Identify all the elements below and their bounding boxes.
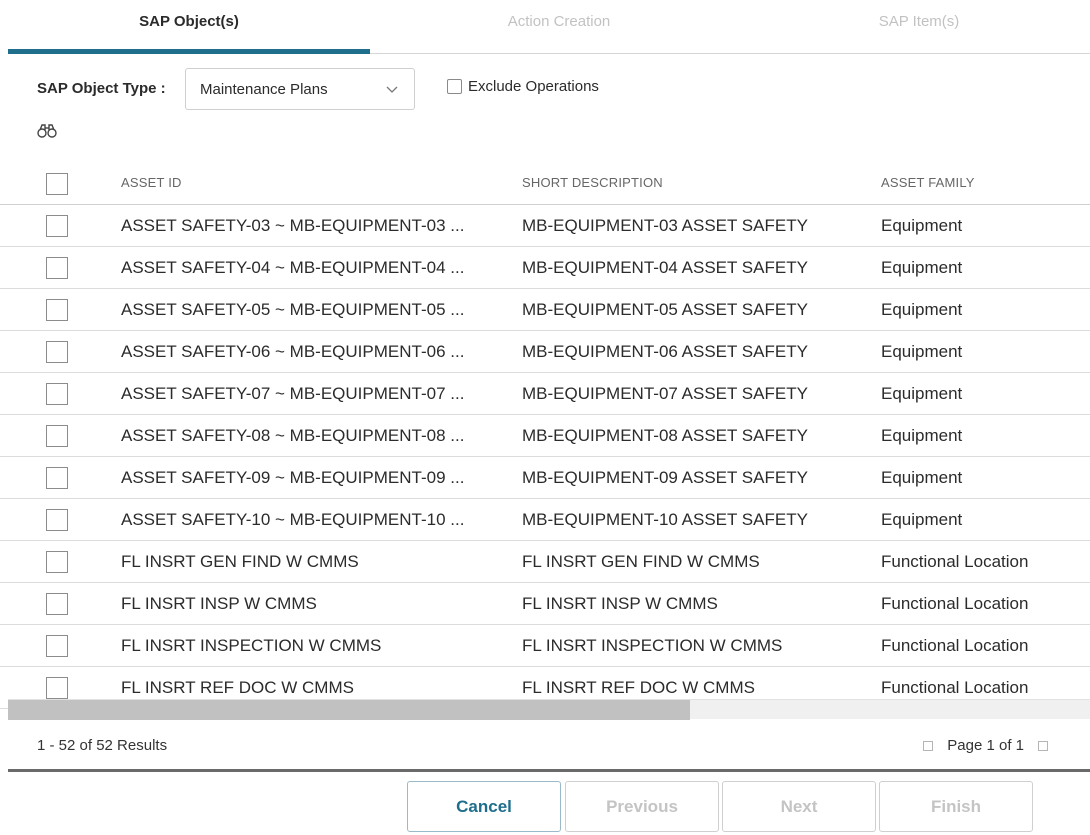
grid-header: ASSET ID SHORT DESCRIPTION ASSET FAMILY: [0, 160, 1090, 205]
cell-short-description: FL INSRT GEN FIND W CMMS: [522, 552, 760, 571]
sap-object-type-select[interactable]: Maintenance Plans: [185, 68, 415, 110]
page-indicator: Page 1 of 1: [947, 737, 1024, 754]
binoculars-icon[interactable]: [37, 124, 57, 138]
select-all-checkbox[interactable]: [46, 173, 68, 195]
wizard-steps: SAP Object(s) Action Creation SAP Item(s…: [8, 0, 1090, 54]
previous-button[interactable]: Previous: [565, 781, 719, 832]
cancel-button[interactable]: Cancel: [407, 781, 561, 832]
cell-asset-family: Functional Location: [881, 552, 1029, 571]
column-header-short-description[interactable]: SHORT DESCRIPTION: [522, 175, 663, 190]
cell-asset-family: Functional Location: [881, 636, 1029, 655]
cell-asset-id: ASSET SAFETY-08 ~ MB-EQUIPMENT-08 ...: [121, 426, 465, 445]
results-count: 1 - 52 of 52 Results: [37, 737, 168, 754]
exclude-operations-checkbox[interactable]: [447, 79, 462, 94]
previous-page-icon[interactable]: [923, 740, 934, 751]
cell-asset-family: Functional Location: [881, 594, 1029, 613]
row-checkbox[interactable]: [46, 635, 68, 657]
sap-object-type-label: SAP Object Type :: [37, 80, 166, 97]
exclude-operations-label: Exclude Operations: [468, 78, 599, 95]
cell-asset-id: ASSET SAFETY-05 ~ MB-EQUIPMENT-05 ...: [121, 300, 465, 319]
table-row[interactable]: FL INSRT INSPECTION W CMMS FL INSRT INSPE…: [0, 625, 1090, 667]
table-row[interactable]: ASSET SAFETY-09 ~ MB-EQUIPMENT-09 ... MB-…: [0, 457, 1090, 499]
cell-asset-family: Equipment: [881, 468, 963, 487]
row-checkbox[interactable]: [46, 383, 68, 405]
table-row[interactable]: FL INSRT GEN FIND W CMMS FL INSRT GEN FIN…: [0, 541, 1090, 583]
sap-object-type-value: Maintenance Plans: [200, 80, 328, 98]
cell-asset-id: FL INSRT INSPECTION W CMMS: [121, 636, 382, 655]
table-row[interactable]: FL INSRT INSP W CMMS FL INSRT INSP W CMMS…: [0, 583, 1090, 625]
cell-asset-id: FL INSRT REF DOC W CMMS: [121, 678, 354, 697]
chevron-down-icon: [386, 86, 398, 93]
cell-short-description: FL INSRT INSP W CMMS: [522, 594, 718, 613]
row-checkbox[interactable]: [46, 425, 68, 447]
cell-short-description: MB-EQUIPMENT-09 ASSET SAFETY: [522, 468, 808, 487]
cell-asset-id: FL INSRT GEN FIND W CMMS: [121, 552, 359, 571]
step-action-creation[interactable]: Action Creation: [378, 0, 740, 54]
pager: Page 1 of 1: [909, 737, 1062, 754]
cell-asset-family: Equipment: [881, 300, 963, 319]
cell-asset-id: ASSET SAFETY-06 ~ MB-EQUIPMENT-06 ...: [121, 342, 465, 361]
horizontal-scrollbar-thumb[interactable]: [8, 700, 690, 720]
cell-asset-id: ASSET SAFETY-07 ~ MB-EQUIPMENT-07 ...: [121, 384, 465, 403]
cell-asset-id: ASSET SAFETY-10 ~ MB-EQUIPMENT-10 ...: [121, 510, 465, 529]
exclude-operations[interactable]: Exclude Operations: [447, 78, 599, 95]
cell-short-description: MB-EQUIPMENT-10 ASSET SAFETY: [522, 510, 808, 529]
row-checkbox[interactable]: [46, 593, 68, 615]
row-checkbox[interactable]: [46, 215, 68, 237]
cell-asset-family: Equipment: [881, 510, 963, 529]
cell-asset-id: ASSET SAFETY-04 ~ MB-EQUIPMENT-04 ...: [121, 258, 465, 277]
table-row[interactable]: ASSET SAFETY-10 ~ MB-EQUIPMENT-10 ... MB-…: [0, 499, 1090, 541]
cell-asset-family: Equipment: [881, 426, 963, 445]
table-row[interactable]: ASSET SAFETY-04 ~ MB-EQUIPMENT-04 ... MB-…: [0, 247, 1090, 289]
active-step-indicator: [8, 49, 370, 54]
next-page-icon[interactable]: [1038, 740, 1048, 751]
table-row[interactable]: ASSET SAFETY-03 ~ MB-EQUIPMENT-03 ... MB-…: [0, 205, 1090, 247]
cell-asset-family: Equipment: [881, 384, 963, 403]
row-checkbox[interactable]: [46, 341, 68, 363]
cell-asset-id: ASSET SAFETY-09 ~ MB-EQUIPMENT-09 ...: [121, 468, 465, 487]
horizontal-scrollbar[interactable]: [8, 699, 1090, 720]
cell-short-description: MB-EQUIPMENT-03 ASSET SAFETY: [522, 216, 808, 235]
row-checkbox[interactable]: [46, 467, 68, 489]
cell-asset-id: ASSET SAFETY-03 ~ MB-EQUIPMENT-03 ...: [121, 216, 465, 235]
cell-short-description: FL INSRT REF DOC W CMMS: [522, 678, 755, 697]
cell-short-description: MB-EQUIPMENT-08 ASSET SAFETY: [522, 426, 808, 445]
column-header-asset-family[interactable]: ASSET FAMILY: [881, 175, 975, 190]
cell-asset-family: Equipment: [881, 342, 963, 361]
cell-short-description: FL INSRT INSPECTION W CMMS: [522, 636, 783, 655]
table-row[interactable]: ASSET SAFETY-08 ~ MB-EQUIPMENT-08 ... MB-…: [0, 415, 1090, 457]
cell-asset-family: Equipment: [881, 258, 963, 277]
grid-rows: ASSET SAFETY-03 ~ MB-EQUIPMENT-03 ... MB-…: [0, 205, 1090, 709]
cell-short-description: MB-EQUIPMENT-07 ASSET SAFETY: [522, 384, 808, 403]
step-sap-items[interactable]: SAP Item(s): [738, 0, 1090, 54]
column-header-asset-id[interactable]: ASSET ID: [121, 175, 182, 190]
cell-asset-id: FL INSRT INSP W CMMS: [121, 594, 317, 613]
next-button[interactable]: Next: [722, 781, 876, 832]
table-row[interactable]: ASSET SAFETY-05 ~ MB-EQUIPMENT-05 ... MB-…: [0, 289, 1090, 331]
row-checkbox[interactable]: [46, 257, 68, 279]
row-checkbox[interactable]: [46, 551, 68, 573]
cell-asset-family: Equipment: [881, 216, 963, 235]
step-sap-objects[interactable]: SAP Object(s): [8, 0, 370, 54]
table-row[interactable]: ASSET SAFETY-06 ~ MB-EQUIPMENT-06 ... MB-…: [0, 331, 1090, 373]
row-checkbox[interactable]: [46, 677, 68, 699]
cell-asset-family: Functional Location: [881, 678, 1029, 697]
cell-short-description: MB-EQUIPMENT-06 ASSET SAFETY: [522, 342, 808, 361]
cell-short-description: MB-EQUIPMENT-04 ASSET SAFETY: [522, 258, 808, 277]
row-checkbox[interactable]: [46, 299, 68, 321]
table-row[interactable]: ASSET SAFETY-07 ~ MB-EQUIPMENT-07 ... MB-…: [0, 373, 1090, 415]
cell-short-description: MB-EQUIPMENT-05 ASSET SAFETY: [522, 300, 808, 319]
footer-divider: [8, 769, 1090, 772]
row-checkbox[interactable]: [46, 509, 68, 531]
finish-button[interactable]: Finish: [879, 781, 1033, 832]
